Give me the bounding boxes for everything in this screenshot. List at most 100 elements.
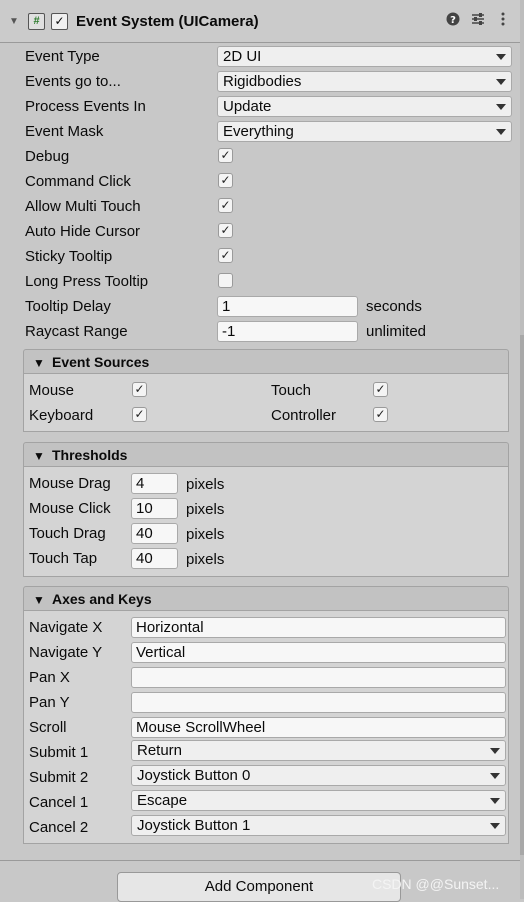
pan-x-label: Pan X (29, 669, 70, 686)
cancel-1-label: Cancel 1 (29, 794, 89, 811)
add-component-button[interactable]: Add Component (117, 872, 401, 902)
touch-tap-label: Touch Tap (29, 550, 98, 567)
auto-hide-cursor-checkbox[interactable]: ✓ (218, 223, 233, 238)
thresholds-header[interactable]: ▼ Thresholds (23, 442, 509, 467)
touch-tap-field[interactable]: 40 (131, 548, 178, 569)
command-click-label: Command Click (25, 173, 131, 190)
raycast-range-unit: unlimited (366, 323, 427, 340)
presets-icon[interactable] (470, 12, 486, 28)
debug-checkbox[interactable]: ✓ (218, 148, 233, 163)
component-title: Event System (UICamera) (76, 13, 259, 30)
script-icon: # (28, 13, 45, 30)
submit-1-dropdown[interactable]: Return (131, 740, 506, 761)
mouse-label: Mouse (29, 382, 75, 399)
allow-multi-touch-checkbox[interactable]: ✓ (218, 198, 233, 213)
cancel-1-dropdown[interactable]: Escape (131, 790, 506, 811)
cancel-2-value: Joystick Button 1 (137, 817, 251, 834)
event-mask-value: Everything (223, 123, 294, 140)
process-events-in-dropdown[interactable]: Update (217, 96, 512, 117)
event-mask-label: Event Mask (25, 123, 104, 140)
keyboard-checkbox[interactable]: ✓ (132, 407, 147, 422)
controller-checkbox[interactable]: ✓ (373, 407, 388, 422)
scroll-field[interactable]: Mouse ScrollWheel (131, 717, 506, 738)
mouse-click-field[interactable]: 10 (131, 498, 178, 519)
submit-2-label: Submit 2 (29, 769, 89, 786)
cancel-1-value: Escape (137, 792, 188, 809)
pan-x-field[interactable] (131, 667, 506, 688)
dropdown-arrow-icon (496, 79, 506, 85)
foldout-arrow-icon: ▼ (33, 356, 45, 370)
allow-multi-touch-label: Allow Multi Touch (25, 198, 141, 215)
dropdown-arrow-icon (490, 748, 500, 754)
event-type-value: 2D UI (223, 48, 262, 65)
component-header[interactable]: ▼ # ✓ Event System (UICamera) ? (0, 0, 520, 43)
event-sources-header[interactable]: ▼ Event Sources (23, 349, 509, 374)
tooltip-delay-unit: seconds (366, 298, 422, 315)
navigate-x-field[interactable]: Horizontal (131, 617, 506, 638)
touch-checkbox[interactable]: ✓ (373, 382, 388, 397)
thresholds-body: Mouse Drag 4 pixels Mouse Click 10 pixel… (23, 467, 509, 577)
scroll-label: Scroll (29, 719, 67, 736)
controller-label: Controller (271, 407, 337, 424)
events-go-to-label: Events go to... (25, 73, 121, 90)
events-go-to-dropdown[interactable]: Rigidbodies (217, 71, 512, 92)
mouse-checkbox[interactable]: ✓ (132, 382, 147, 397)
auto-hide-cursor-label: Auto Hide Cursor (25, 223, 141, 240)
help-icon[interactable]: ? (445, 12, 461, 28)
axes-and-keys-header[interactable]: ▼ Axes and Keys (23, 586, 509, 611)
process-events-in-value: Update (223, 98, 272, 115)
navigate-y-label: Navigate Y (29, 644, 103, 661)
command-click-checkbox[interactable]: ✓ (218, 173, 233, 188)
more-options-icon[interactable] (495, 12, 511, 28)
mouse-drag-field[interactable]: 4 (131, 473, 178, 494)
tooltip-delay-field[interactable]: 1 (217, 296, 358, 317)
thresholds-title: Thresholds (52, 447, 128, 463)
touch-drag-field[interactable]: 40 (131, 523, 178, 544)
long-press-tooltip-label: Long Press Tooltip (25, 273, 149, 290)
component-enabled-checkbox[interactable]: ✓ (51, 13, 68, 30)
dropdown-arrow-icon (490, 798, 500, 804)
sticky-tooltip-checkbox[interactable]: ✓ (218, 248, 233, 263)
event-type-label: Event Type (25, 48, 100, 65)
dropdown-arrow-icon (490, 773, 500, 779)
tooltip-delay-label: Tooltip Delay (25, 298, 111, 315)
mouse-drag-label: Mouse Drag (29, 475, 111, 492)
mouse-drag-unit: pixels (186, 476, 225, 493)
pan-y-label: Pan Y (29, 694, 70, 711)
events-go-to-value: Rigidbodies (223, 73, 302, 90)
scrollbar-thumb[interactable] (520, 335, 524, 855)
axes-and-keys-title: Axes and Keys (52, 591, 152, 607)
dropdown-arrow-icon (490, 823, 500, 829)
event-sources-title: Event Sources (52, 354, 150, 370)
navigate-x-label: Navigate X (29, 619, 103, 636)
long-press-tooltip-checkbox[interactable] (218, 273, 233, 288)
sticky-tooltip-label: Sticky Tooltip (25, 248, 113, 265)
event-mask-dropdown[interactable]: Everything (217, 121, 512, 142)
submit-1-value: Return (137, 742, 183, 759)
raycast-range-label: Raycast Range (25, 323, 128, 340)
cancel-2-dropdown[interactable]: Joystick Button 1 (131, 815, 506, 836)
dropdown-arrow-icon (496, 54, 506, 60)
event-sources-body: Mouse ✓ Touch ✓ Keyboard ✓ Controller ✓ (23, 374, 509, 432)
cancel-2-label: Cancel 2 (29, 819, 89, 836)
navigate-y-field[interactable]: Vertical (131, 642, 506, 663)
pan-y-field[interactable] (131, 692, 506, 713)
keyboard-label: Keyboard (29, 407, 94, 424)
mouse-click-label: Mouse Click (29, 500, 111, 517)
divider (0, 860, 520, 861)
svg-text:?: ? (450, 15, 456, 26)
raycast-range-field[interactable]: -1 (217, 321, 358, 342)
foldout-arrow-icon[interactable]: ▼ (9, 16, 19, 27)
watermark-text: CSDN @@Sunset... (372, 876, 500, 892)
touch-drag-unit: pixels (186, 526, 225, 543)
foldout-arrow-icon: ▼ (33, 593, 45, 607)
touch-tap-unit: pixels (186, 551, 225, 568)
inspector-panel: ▼ # ✓ Event System (UICamera) ? Event Ty… (0, 0, 520, 860)
foldout-arrow-icon: ▼ (33, 449, 45, 463)
touch-drag-label: Touch Drag (29, 525, 106, 542)
event-type-dropdown[interactable]: 2D UI (217, 46, 512, 67)
touch-label: Touch (271, 382, 312, 399)
submit-2-dropdown[interactable]: Joystick Button 0 (131, 765, 506, 786)
mouse-click-unit: pixels (186, 501, 225, 518)
submit-1-label: Submit 1 (29, 744, 89, 761)
